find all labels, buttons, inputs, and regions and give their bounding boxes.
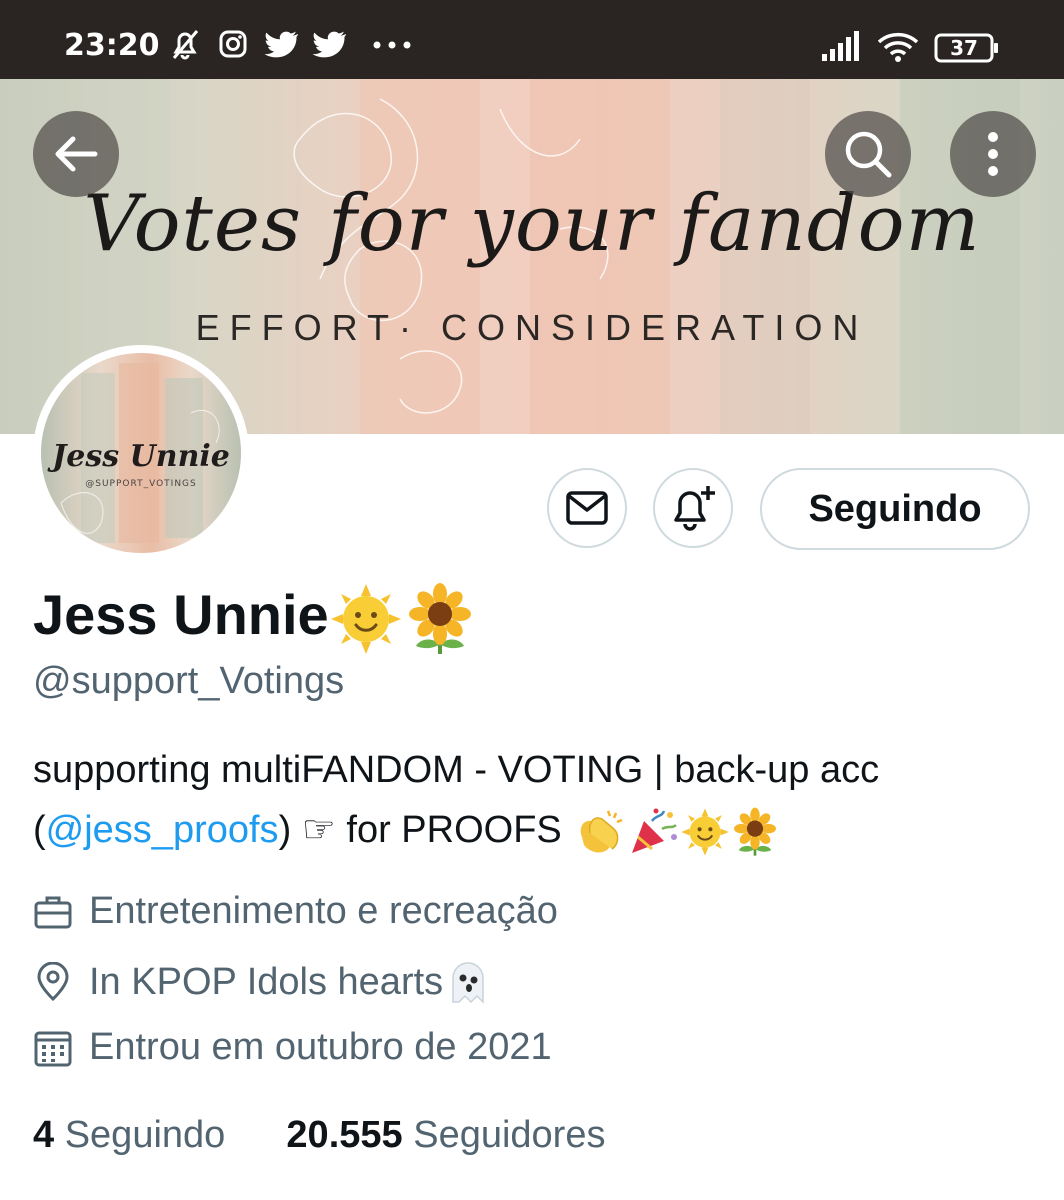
profile-category: Entretenimento e recreação <box>33 890 558 933</box>
mail-icon <box>566 491 608 525</box>
calendar-icon <box>34 1031 72 1066</box>
message-button[interactable] <box>547 468 627 548</box>
followers-count: 20.555 <box>286 1114 403 1156</box>
following-link[interactable]: 4 Seguindo <box>33 1114 225 1156</box>
back-button[interactable] <box>33 111 119 197</box>
profile-bio: supporting multiFANDOM - VOTING | back-u… <box>33 740 1033 860</box>
clapping-hands-emoji-icon <box>581 810 623 853</box>
notifications-button[interactable] <box>653 468 733 548</box>
wifi-icon <box>877 32 919 62</box>
bio-line-1: supporting multiFANDOM - VOTING | back-u… <box>33 749 880 791</box>
status-bar: 23:20 37 <box>0 0 1064 79</box>
bell-plus-icon <box>674 486 715 531</box>
banner-subtitle: EFFORT· CONSIDERATION <box>195 307 869 348</box>
avatar-name-text: Jess Unnie <box>52 439 230 474</box>
more-options-button[interactable] <box>950 111 1036 197</box>
banner-title: Votes for your fandom <box>83 179 981 269</box>
sunflower-emoji-icon <box>408 583 471 655</box>
ghost-emoji-icon <box>452 962 484 1004</box>
bio-text: ) ☞ for PROOFS <box>278 809 562 851</box>
profile-joined-date: Entrou em outubro de 2021 <box>33 1026 552 1069</box>
more-vertical-icon <box>988 132 998 176</box>
location-text: In KPOP Idols hearts <box>89 960 444 1003</box>
bell-off-icon <box>172 30 199 60</box>
sun-face-emoji-icon <box>330 584 401 655</box>
briefcase-icon <box>34 896 72 928</box>
followers-link[interactable]: 20.555 Seguidores <box>286 1114 605 1156</box>
avatar-handle-text: @SUPPORT_VOTINGS <box>85 479 197 489</box>
party-popper-emoji-icon <box>632 808 678 853</box>
bio-mention-link[interactable]: @jess_proofs <box>46 809 279 851</box>
sunflower-emoji-icon <box>734 807 777 856</box>
profile-avatar[interactable]: Jess Unnie @SUPPORT_VOTINGS <box>33 345 249 561</box>
signal-icon <box>822 31 859 61</box>
category-text: Entretenimento e recreação <box>89 890 558 932</box>
following-label: Seguindo <box>64 1114 226 1156</box>
following-count: 4 <box>33 1114 55 1156</box>
more-dots-icon <box>373 41 411 49</box>
joined-text: Entrou em outubro de 2021 <box>89 1026 552 1068</box>
following-button[interactable]: Seguindo <box>760 468 1030 550</box>
followers-label: Seguidores <box>413 1114 606 1156</box>
instagram-icon <box>219 30 247 58</box>
profile-location: In KPOP Idols hearts <box>33 958 493 1006</box>
avatar-image: Jess Unnie @SUPPORT_VOTINGS <box>41 353 241 553</box>
twitter-icon <box>312 31 346 58</box>
battery-level: 37 <box>950 36 978 60</box>
bio-line-2: (@jess_proofs) ☞ for PROOFS <box>33 800 1033 860</box>
display-name-row: Jess Unnie <box>33 582 477 656</box>
search-icon <box>845 131 892 178</box>
bio-open-paren: ( <box>33 809 46 851</box>
status-time: 23:20 <box>64 28 160 63</box>
location-pin-icon <box>37 962 69 1002</box>
follow-stats: 4 Seguindo 20.555 Seguidores <box>33 1114 605 1157</box>
twitter-icon <box>264 31 298 58</box>
sun-face-emoji-icon <box>681 808 729 856</box>
profile-handle: @support_Votings <box>33 660 345 702</box>
search-button[interactable] <box>825 111 911 197</box>
display-name: Jess Unnie <box>33 583 329 646</box>
arrow-left-icon <box>55 136 98 172</box>
